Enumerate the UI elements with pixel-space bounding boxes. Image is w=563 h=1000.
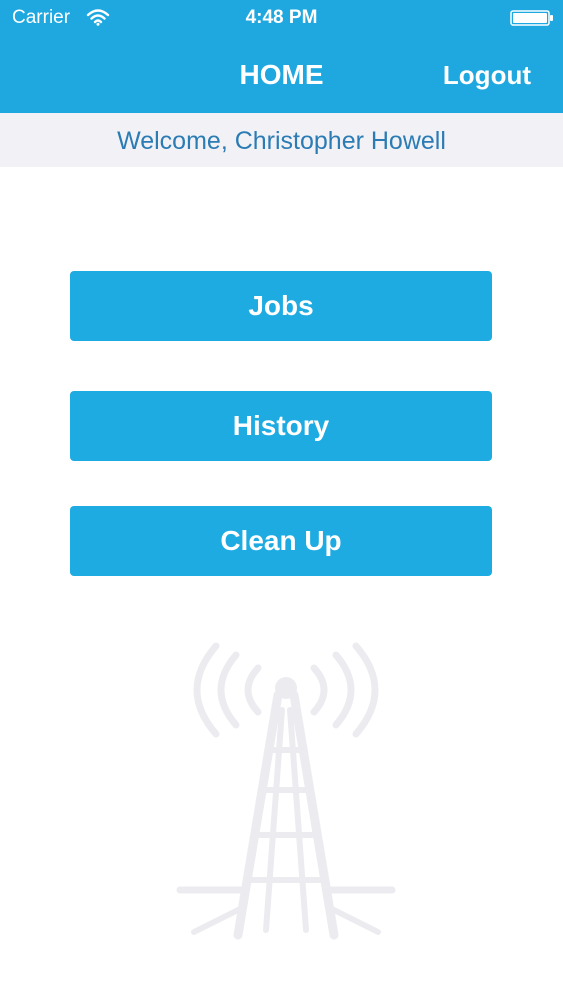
header-bar: Carrier 4:48 PM HOME Logout	[0, 0, 563, 113]
jobs-button[interactable]: Jobs	[70, 271, 492, 341]
clock: 4:48 PM	[245, 7, 318, 28]
radio-tower-icon	[176, 642, 396, 940]
status-bar: Carrier 4:48 PM	[0, 0, 563, 38]
logout-button[interactable]: Logout	[443, 58, 531, 92]
battery-icon	[510, 10, 553, 26]
history-button[interactable]: History	[70, 391, 492, 461]
welcome-bar: Welcome, Christopher Howell	[0, 113, 563, 167]
welcome-message: Welcome, Christopher Howell	[117, 127, 446, 155]
clean-up-button[interactable]: Clean Up	[70, 506, 492, 576]
